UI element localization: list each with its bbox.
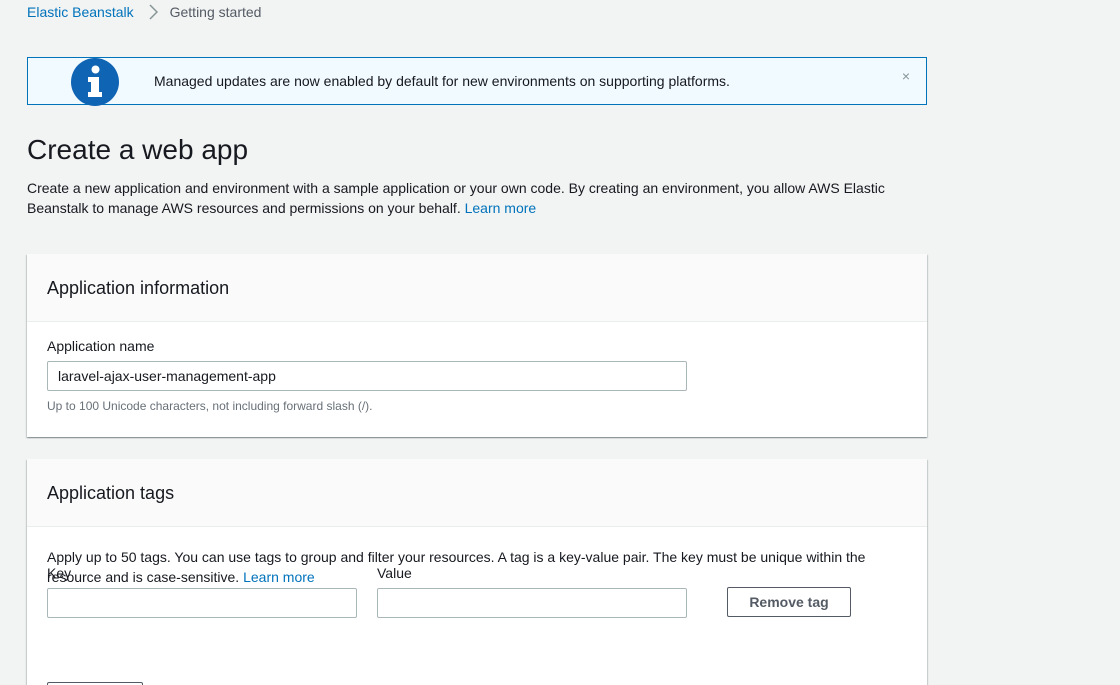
page-description: Create a new application and environment… — [27, 178, 927, 218]
remove-tag-button[interactable]: Remove tag — [727, 587, 851, 617]
tag-value-input[interactable] — [377, 588, 687, 618]
chevron-right-icon — [149, 4, 158, 20]
learn-more-link[interactable]: Learn more — [465, 200, 537, 216]
application-name-label: Application name — [47, 338, 155, 354]
tag-key-input[interactable] — [47, 588, 357, 618]
tag-row: Key Value Remove tag — [47, 565, 907, 635]
page-description-text: Create a new application and environment… — [27, 180, 885, 216]
panel-header: Application information — [27, 254, 927, 322]
close-icon[interactable]: × — [902, 68, 910, 84]
application-name-input[interactable] — [47, 361, 687, 391]
application-information-panel: Application information Application name… — [27, 254, 927, 437]
application-tags-panel: Application tags Apply up to 50 tags. Yo… — [27, 459, 927, 685]
tag-key-field: Key — [47, 565, 357, 618]
panel-title: Application tags — [47, 483, 175, 503]
info-icon — [71, 58, 119, 106]
panel-body: Application name Up to 100 Unicode chara… — [27, 322, 927, 413]
panel-header: Application tags — [27, 459, 927, 527]
panel-title: Application information — [47, 278, 230, 298]
application-name-hint: Up to 100 Unicode characters, not includ… — [47, 399, 373, 413]
page-title: Create a web app — [27, 134, 249, 165]
flash-message: Managed updates are now enabled by defau… — [154, 73, 730, 89]
tag-key-label: Key — [47, 565, 72, 581]
page: Elastic Beanstalk Getting started Manage… — [0, 0, 1120, 685]
info-flashbar: Managed updates are now enabled by defau… — [27, 57, 927, 106]
breadcrumb-elastic-beanstalk[interactable]: Elastic Beanstalk — [27, 4, 134, 20]
breadcrumb: Elastic Beanstalk Getting started — [27, 4, 261, 20]
tag-value-field: Value — [377, 565, 687, 618]
breadcrumb-current: Getting started — [169, 4, 262, 20]
tag-value-label: Value — [377, 565, 412, 581]
